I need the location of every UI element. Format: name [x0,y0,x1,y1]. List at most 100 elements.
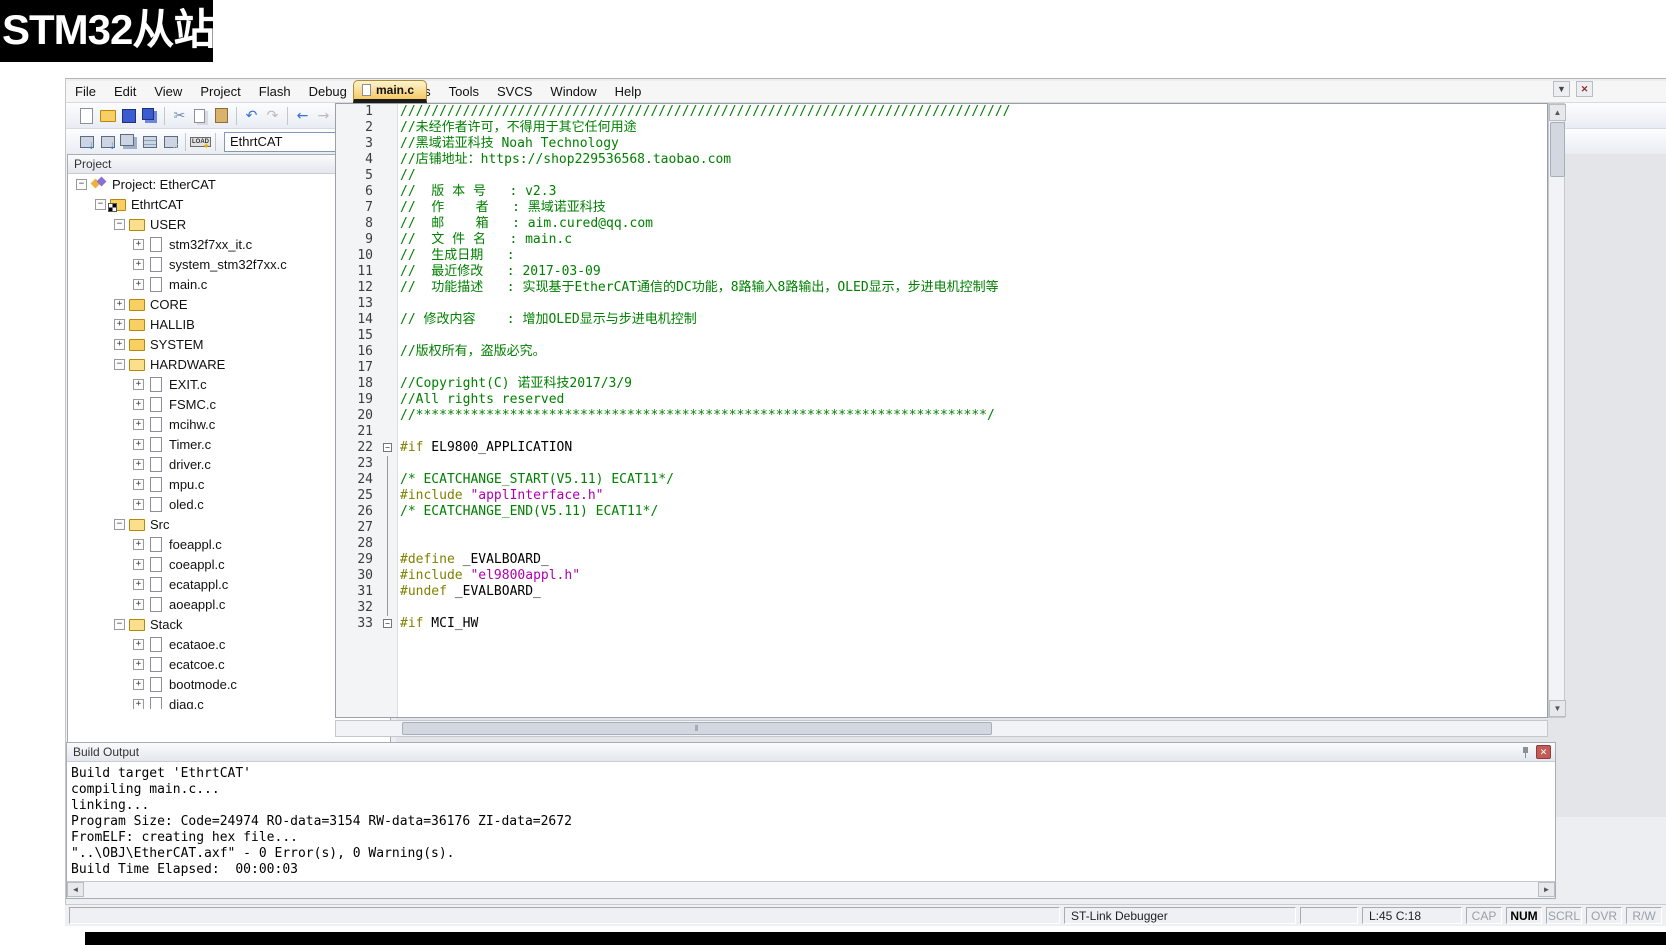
collapse-icon[interactable]: − [114,618,125,630]
editor-vertical-scrollbar[interactable]: ▲ ▼ [1548,103,1566,718]
open-file-icon[interactable] [97,105,118,126]
undo-icon[interactable]: ↶ [241,105,262,126]
tree-item-bootmode-c[interactable]: + bootmode.c [68,674,374,694]
code-editor[interactable]: 1///////////////////////////////////////… [335,103,1548,718]
collapse-icon[interactable]: − [114,218,125,230]
tree-item-coeappl-c[interactable]: + coeappl.c [68,554,374,574]
save-all-icon[interactable] [139,105,160,126]
scrollbar-thumb[interactable]: ⦀ [402,722,992,735]
expand-icon[interactable]: + [133,658,144,670]
paste-icon[interactable] [211,105,232,126]
expand-icon[interactable]: + [133,498,144,510]
expand-icon[interactable]: + [114,298,125,310]
menu-item-file[interactable]: File [66,81,105,102]
navigate-forward-icon[interactable]: → [313,105,334,126]
expand-icon[interactable]: + [133,698,144,709]
expand-icon[interactable]: + [133,558,144,570]
expand-icon[interactable]: + [133,398,144,410]
tree-item-mpu-c[interactable]: + mpu.c [68,474,374,494]
scroll-down-icon[interactable]: ▼ [1549,700,1566,717]
tree-item-oled-c[interactable]: + oled.c [68,494,374,514]
tree-item-main-c[interactable]: + main.c [68,274,374,294]
batch-build-icon[interactable] [139,131,160,152]
download-flash-icon[interactable] [190,131,211,152]
scroll-left-icon[interactable]: ◄ [67,882,84,897]
tree-item-stm32f7xx-it-c[interactable]: + stm32f7xx_it.c [68,234,374,254]
scroll-right-icon[interactable]: ► [1538,882,1555,897]
expand-icon[interactable]: + [114,318,125,330]
tree-item-hallib[interactable]: + HALLIB [68,314,374,334]
new-file-icon[interactable] [76,105,97,126]
menu-item-project[interactable]: Project [191,81,249,102]
rebuild-icon[interactable] [118,131,139,152]
expand-icon[interactable]: + [133,598,144,610]
navigate-back-icon[interactable]: ← [292,105,313,126]
close-icon[interactable]: ✕ [1536,745,1551,759]
collapse-icon[interactable]: − [95,198,106,210]
collapse-icon[interactable]: − [114,518,125,530]
expand-icon[interactable]: + [133,458,144,470]
tree-item-system-stm32f7xx-c[interactable]: + system_stm32f7xx.c [68,254,374,274]
translate-icon[interactable] [76,131,97,152]
tree-item-hardware[interactable]: − HARDWARE [68,354,374,374]
expand-icon[interactable]: + [133,378,144,390]
cut-icon[interactable]: ✂ [169,105,190,126]
tree-item-project-ethercat[interactable]: − Project: EtherCAT [68,174,374,194]
expand-icon[interactable]: + [133,258,144,270]
copy-icon[interactable] [190,105,211,126]
menu-item-view[interactable]: View [145,81,191,102]
stop-build-icon[interactable] [160,131,181,152]
expand-icon[interactable]: + [133,478,144,490]
tree-item-ecataoe-c[interactable]: + ecataoe.c [68,634,374,654]
tree-item-exit-c[interactable]: + EXIT.c [68,374,374,394]
tree-item-aoeappl-c[interactable]: + aoeappl.c [68,594,374,614]
tree-item-ecatcoe-c[interactable]: + ecatcoe.c [68,654,374,674]
tree-item-timer-c[interactable]: + Timer.c [68,434,374,454]
expand-icon[interactable]: + [133,238,144,250]
tree-item-ecatappl-c[interactable]: + ecatappl.c [68,574,374,594]
collapse-icon[interactable]: − [114,358,125,370]
fold-minus-icon[interactable]: − [383,619,392,628]
expand-icon[interactable]: + [114,338,125,350]
tree-item-ethrtcat[interactable]: − EthrtCAT [68,194,374,214]
line-number: 28 [357,536,373,551]
tree-item-src[interactable]: − Src [68,514,374,534]
code-text: #define _EVALBOARD_ [398,552,549,568]
scrollbar-thumb[interactable] [1550,122,1565,177]
tree-item-stack[interactable]: − Stack [68,614,374,634]
code-text: // 邮 箱 : aim.cured@qq.com [398,216,653,232]
build-output-scrollbar[interactable]: ◄ ► [67,881,1555,898]
editor-horizontal-scrollbar[interactable]: ⦀ [335,720,1548,737]
expand-icon[interactable]: + [133,638,144,650]
tree-item-core[interactable]: + CORE [68,294,374,314]
expand-icon[interactable]: + [133,418,144,430]
scroll-up-icon[interactable]: ▲ [1549,104,1566,121]
build-icon[interactable] [97,131,118,152]
tree-item-system[interactable]: + SYSTEM [68,334,374,354]
tree-item-diag-c[interactable]: + diag.c [68,694,374,709]
expand-icon[interactable]: + [133,278,144,290]
expand-icon[interactable]: + [133,438,144,450]
tree-item-driver-c[interactable]: + driver.c [68,454,374,474]
menu-item-flash[interactable]: Flash [250,81,300,102]
save-icon[interactable] [118,105,139,126]
tree-item-foeappl-c[interactable]: + foeappl.c [68,534,374,554]
tree-item-user[interactable]: − USER [68,214,374,234]
expand-icon[interactable]: + [133,678,144,690]
collapse-icon[interactable]: − [76,178,87,190]
fold-minus-icon[interactable]: − [383,443,392,452]
doc-list-chevron-icon[interactable]: ▼ [1553,81,1570,97]
tab-main-c[interactable]: main.c [353,80,428,103]
expand-icon[interactable]: + [133,538,144,550]
tree-item-mcihw-c[interactable]: + mcihw.c [68,414,374,434]
pin-icon[interactable] [1519,745,1533,759]
folder-icon [129,337,145,351]
menu-item-edit[interactable]: Edit [105,81,145,102]
expand-icon[interactable]: + [133,578,144,590]
build-output-header: Build Output ✕ [67,743,1555,762]
doc-close-icon[interactable]: ✕ [1576,81,1593,97]
fold-collapse-icon[interactable]: − [380,616,398,632]
tree-item-fsmc-c[interactable]: + FSMC.c [68,394,374,414]
fold-collapse-icon[interactable]: − [380,440,398,456]
redo-icon[interactable]: ↷ [262,105,283,126]
